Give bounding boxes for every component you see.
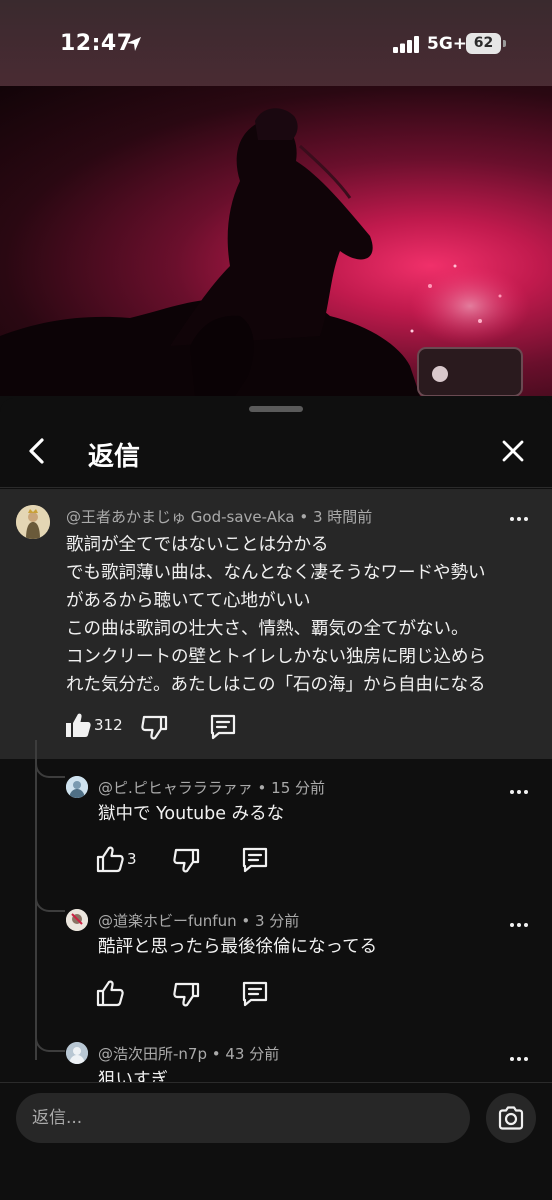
camera-button[interactable] — [486, 1093, 536, 1143]
sheet-header: 返信 — [0, 418, 552, 488]
dislike-icon[interactable] — [171, 978, 203, 1010]
like-icon[interactable] — [94, 843, 126, 875]
reply-meta: @浩次田所-n7p • 43 分前 — [98, 1045, 280, 1063]
sheet-title: 返信 — [88, 442, 141, 472]
reply-text: 獄中で Youtube みるな — [98, 804, 285, 824]
reply-text: 酷評と思ったら最後徐倫になってる — [98, 937, 378, 957]
like-icon[interactable] — [94, 977, 126, 1009]
avatar[interactable] — [66, 776, 88, 798]
replies-sheet: 返信 @王者あかまじゅ God-save-Aka • 3 時間前 歌詞が全てでは… — [0, 398, 552, 1200]
video-frame — [0, 108, 530, 396]
video-player[interactable] — [0, 86, 552, 396]
drag-handle[interactable] — [249, 406, 303, 412]
reply-meta: @ピ.ピヒャラララァァ • 15 分前 — [98, 779, 326, 797]
status-time: 12:47 — [60, 31, 133, 56]
chevron-left-icon[interactable] — [20, 434, 54, 468]
dislike-icon[interactable] — [171, 844, 203, 876]
cellular-signal-icon — [393, 36, 419, 53]
comment-line: でも歌詞薄い曲は、なんとなく凄そうなワードや勢い — [66, 563, 486, 583]
comment-line: コンクリートの壁とトイレしかない独房に閉じ込めら — [66, 647, 486, 667]
more-options-icon[interactable] — [507, 507, 531, 531]
close-icon[interactable] — [498, 436, 528, 466]
reply-comment-icon[interactable] — [239, 978, 271, 1010]
like-filled-icon[interactable] — [62, 709, 94, 741]
thread-branch — [35, 760, 65, 778]
more-options-icon[interactable] — [507, 1047, 531, 1071]
reply-comment-icon[interactable] — [207, 711, 239, 743]
more-options-icon[interactable] — [507, 913, 531, 937]
location-arrow-icon — [127, 37, 141, 51]
camera-icon — [498, 1106, 524, 1130]
comment-text: 歌詞が全てではないことは分かる でも歌詞薄い曲は、なんとなく凄そうなワードや勢い… — [66, 531, 486, 699]
reply-comment-icon[interactable] — [239, 844, 271, 876]
avatar[interactable] — [16, 505, 50, 539]
reply-meta: @道楽ホビーfunfun • 3 分前 — [98, 912, 300, 930]
comment-line: この曲は歌詞の壮大さ、情熱、覇気の全てがない。 — [66, 619, 469, 639]
status-bar: 12:47 5G+ 62 — [0, 0, 552, 88]
network-type: 5G+ — [427, 34, 468, 54]
more-options-icon[interactable] — [507, 780, 531, 804]
comment-line: 歌詞が全てではないことは分かる — [66, 535, 329, 555]
thread-branch — [35, 1027, 65, 1052]
reply-input[interactable] — [16, 1093, 470, 1143]
dislike-icon[interactable] — [139, 711, 171, 743]
main-comment: @王者あかまじゅ God-save-Aka • 3 時間前 歌詞が全てではないこ… — [0, 489, 552, 759]
comment-line: れた気分だ。あたしはこの「石の海」から自由になる — [66, 675, 486, 695]
avatar[interactable] — [66, 1042, 88, 1064]
comment-meta: @王者あかまじゅ God-save-Aka • 3 時間前 — [66, 508, 373, 526]
battery-level: 62 — [466, 33, 501, 54]
battery-icon: 62 — [466, 33, 506, 54]
thread-branch — [35, 894, 65, 912]
reply-input-bar — [0, 1082, 552, 1200]
comment-line: があるから聴いてて心地がいい — [66, 591, 311, 611]
like-count: 3 — [127, 850, 137, 868]
avatar[interactable] — [66, 909, 88, 931]
like-count: 312 — [94, 716, 123, 734]
